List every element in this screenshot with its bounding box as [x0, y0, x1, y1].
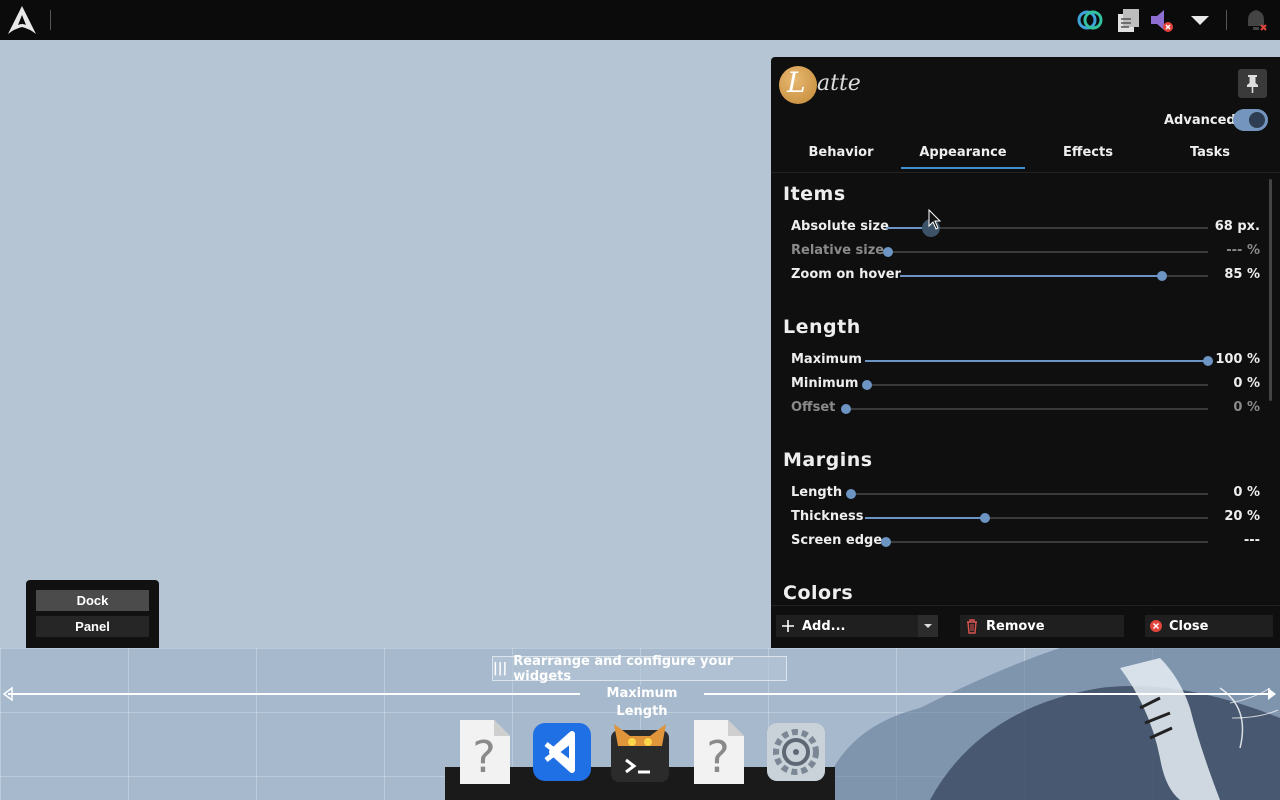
screen-edge-slider[interactable]: [881, 537, 1208, 547]
zoom-on-hover-label: Zoom on hover: [791, 267, 901, 282]
thickness-slider[interactable]: [865, 513, 1208, 523]
tab-tasks[interactable]: Tasks: [1148, 145, 1272, 160]
close-label: Close: [1169, 618, 1209, 634]
left-edge-arrow-icon[interactable]: [0, 686, 14, 702]
relative-size-label: Relative size: [791, 243, 885, 258]
latte-settings-window: L atte Advanced Behavior Appearance Effe…: [771, 57, 1280, 648]
absolute-size-value: 68 px.: [1214, 219, 1260, 234]
right-edge-arrow-icon[interactable]: [1266, 686, 1280, 702]
offset-slider[interactable]: [841, 404, 1208, 414]
settings-footer: Add... Remove Close: [771, 605, 1280, 648]
plus-icon: [782, 620, 794, 632]
maximum-value: 100 %: [1215, 352, 1260, 367]
minimum-value: 0 %: [1233, 376, 1260, 391]
latte-wordmark: atte: [817, 71, 861, 96]
thickness-value: 20 %: [1224, 509, 1260, 524]
active-tab-indicator: [901, 167, 1025, 169]
rearrange-widgets-button[interactable]: ||| Rearrange and configure your widgets: [492, 653, 787, 684]
svg-text:?: ?: [706, 732, 729, 783]
section-title-length: Length: [783, 316, 861, 338]
close-icon: [1150, 620, 1162, 632]
tray-separator: [1226, 10, 1227, 30]
section-title-items: Items: [783, 183, 846, 205]
zoom-on-hover-value: 85 %: [1224, 267, 1260, 282]
close-button[interactable]: Close: [1145, 615, 1273, 637]
zoom-on-hover-slider[interactable]: [900, 271, 1208, 281]
offset-value: 0 %: [1233, 400, 1260, 415]
volume-muted-icon[interactable]: [1148, 6, 1176, 34]
latte-logo-icon: L: [779, 66, 817, 104]
unknown-file-icon[interactable]: ?: [688, 720, 748, 784]
kde-connect-icon[interactable]: [1076, 6, 1104, 34]
grip-icon: |||: [493, 661, 508, 676]
panel-type-button[interactable]: Panel: [36, 616, 149, 637]
chevron-down-icon: [924, 624, 932, 628]
dock-type-button[interactable]: Dock: [36, 590, 149, 611]
maximum-length-label: Maximum Length: [580, 685, 704, 719]
section-title-margins: Margins: [783, 449, 873, 471]
offset-label: Offset: [791, 400, 836, 415]
expand-tray-icon[interactable]: [1186, 6, 1214, 34]
unknown-file-icon[interactable]: ?: [454, 720, 514, 784]
minimum-label: Minimum: [791, 376, 859, 391]
tab-behavior[interactable]: Behavior: [779, 145, 903, 160]
margin-length-slider[interactable]: [846, 489, 1208, 499]
tab-effects[interactable]: Effects: [1026, 145, 1150, 160]
screen-edge-label: Screen edge: [791, 533, 883, 548]
relative-size-slider[interactable]: [883, 247, 1208, 257]
system-settings-icon[interactable]: [766, 720, 826, 784]
add-label: Add...: [802, 618, 846, 634]
rearrange-label: Rearrange and configure your widgets: [513, 653, 734, 684]
absolute-size-label: Absolute size: [791, 219, 889, 234]
settings-scrollbar[interactable]: [1269, 179, 1272, 401]
clipboard-icon[interactable]: [1114, 6, 1142, 34]
maximum-label: Maximum: [791, 352, 862, 367]
tab-appearance[interactable]: Appearance: [901, 145, 1025, 160]
remove-label: Remove: [986, 618, 1045, 634]
svg-text:?: ?: [472, 732, 495, 783]
remove-button[interactable]: Remove: [960, 615, 1124, 637]
wallpaper-illustration: [800, 648, 1280, 800]
mouse-cursor-icon: [928, 209, 942, 230]
maximum-slider[interactable]: [865, 356, 1213, 366]
margin-length-label: Length: [791, 485, 843, 500]
trash-icon: [967, 619, 977, 634]
top-panel: [0, 0, 1280, 40]
add-button[interactable]: Add...: [776, 615, 938, 637]
add-dropdown-button[interactable]: [918, 615, 938, 637]
panel-separator: [50, 10, 51, 30]
pin-icon: [1247, 75, 1258, 93]
pin-button[interactable]: [1238, 69, 1267, 98]
section-title-colors: Colors: [783, 582, 854, 604]
relative-size-value: --- %: [1226, 243, 1260, 258]
advanced-label: Advanced: [1164, 113, 1236, 128]
arch-linux-launcher-icon[interactable]: [6, 5, 38, 35]
notifications-icon[interactable]: [1242, 6, 1270, 34]
advanced-toggle[interactable]: [1233, 109, 1268, 131]
thickness-label: Thickness: [791, 509, 864, 524]
terminal-cat-icon[interactable]: [610, 720, 670, 784]
margin-length-value: 0 %: [1233, 485, 1260, 500]
minimum-slider[interactable]: [862, 380, 1208, 390]
screen-edge-value: ---: [1243, 533, 1260, 548]
tab-divider: [771, 172, 1280, 173]
view-type-selector: Dock Panel: [26, 580, 159, 648]
vscode-icon[interactable]: [532, 720, 592, 784]
